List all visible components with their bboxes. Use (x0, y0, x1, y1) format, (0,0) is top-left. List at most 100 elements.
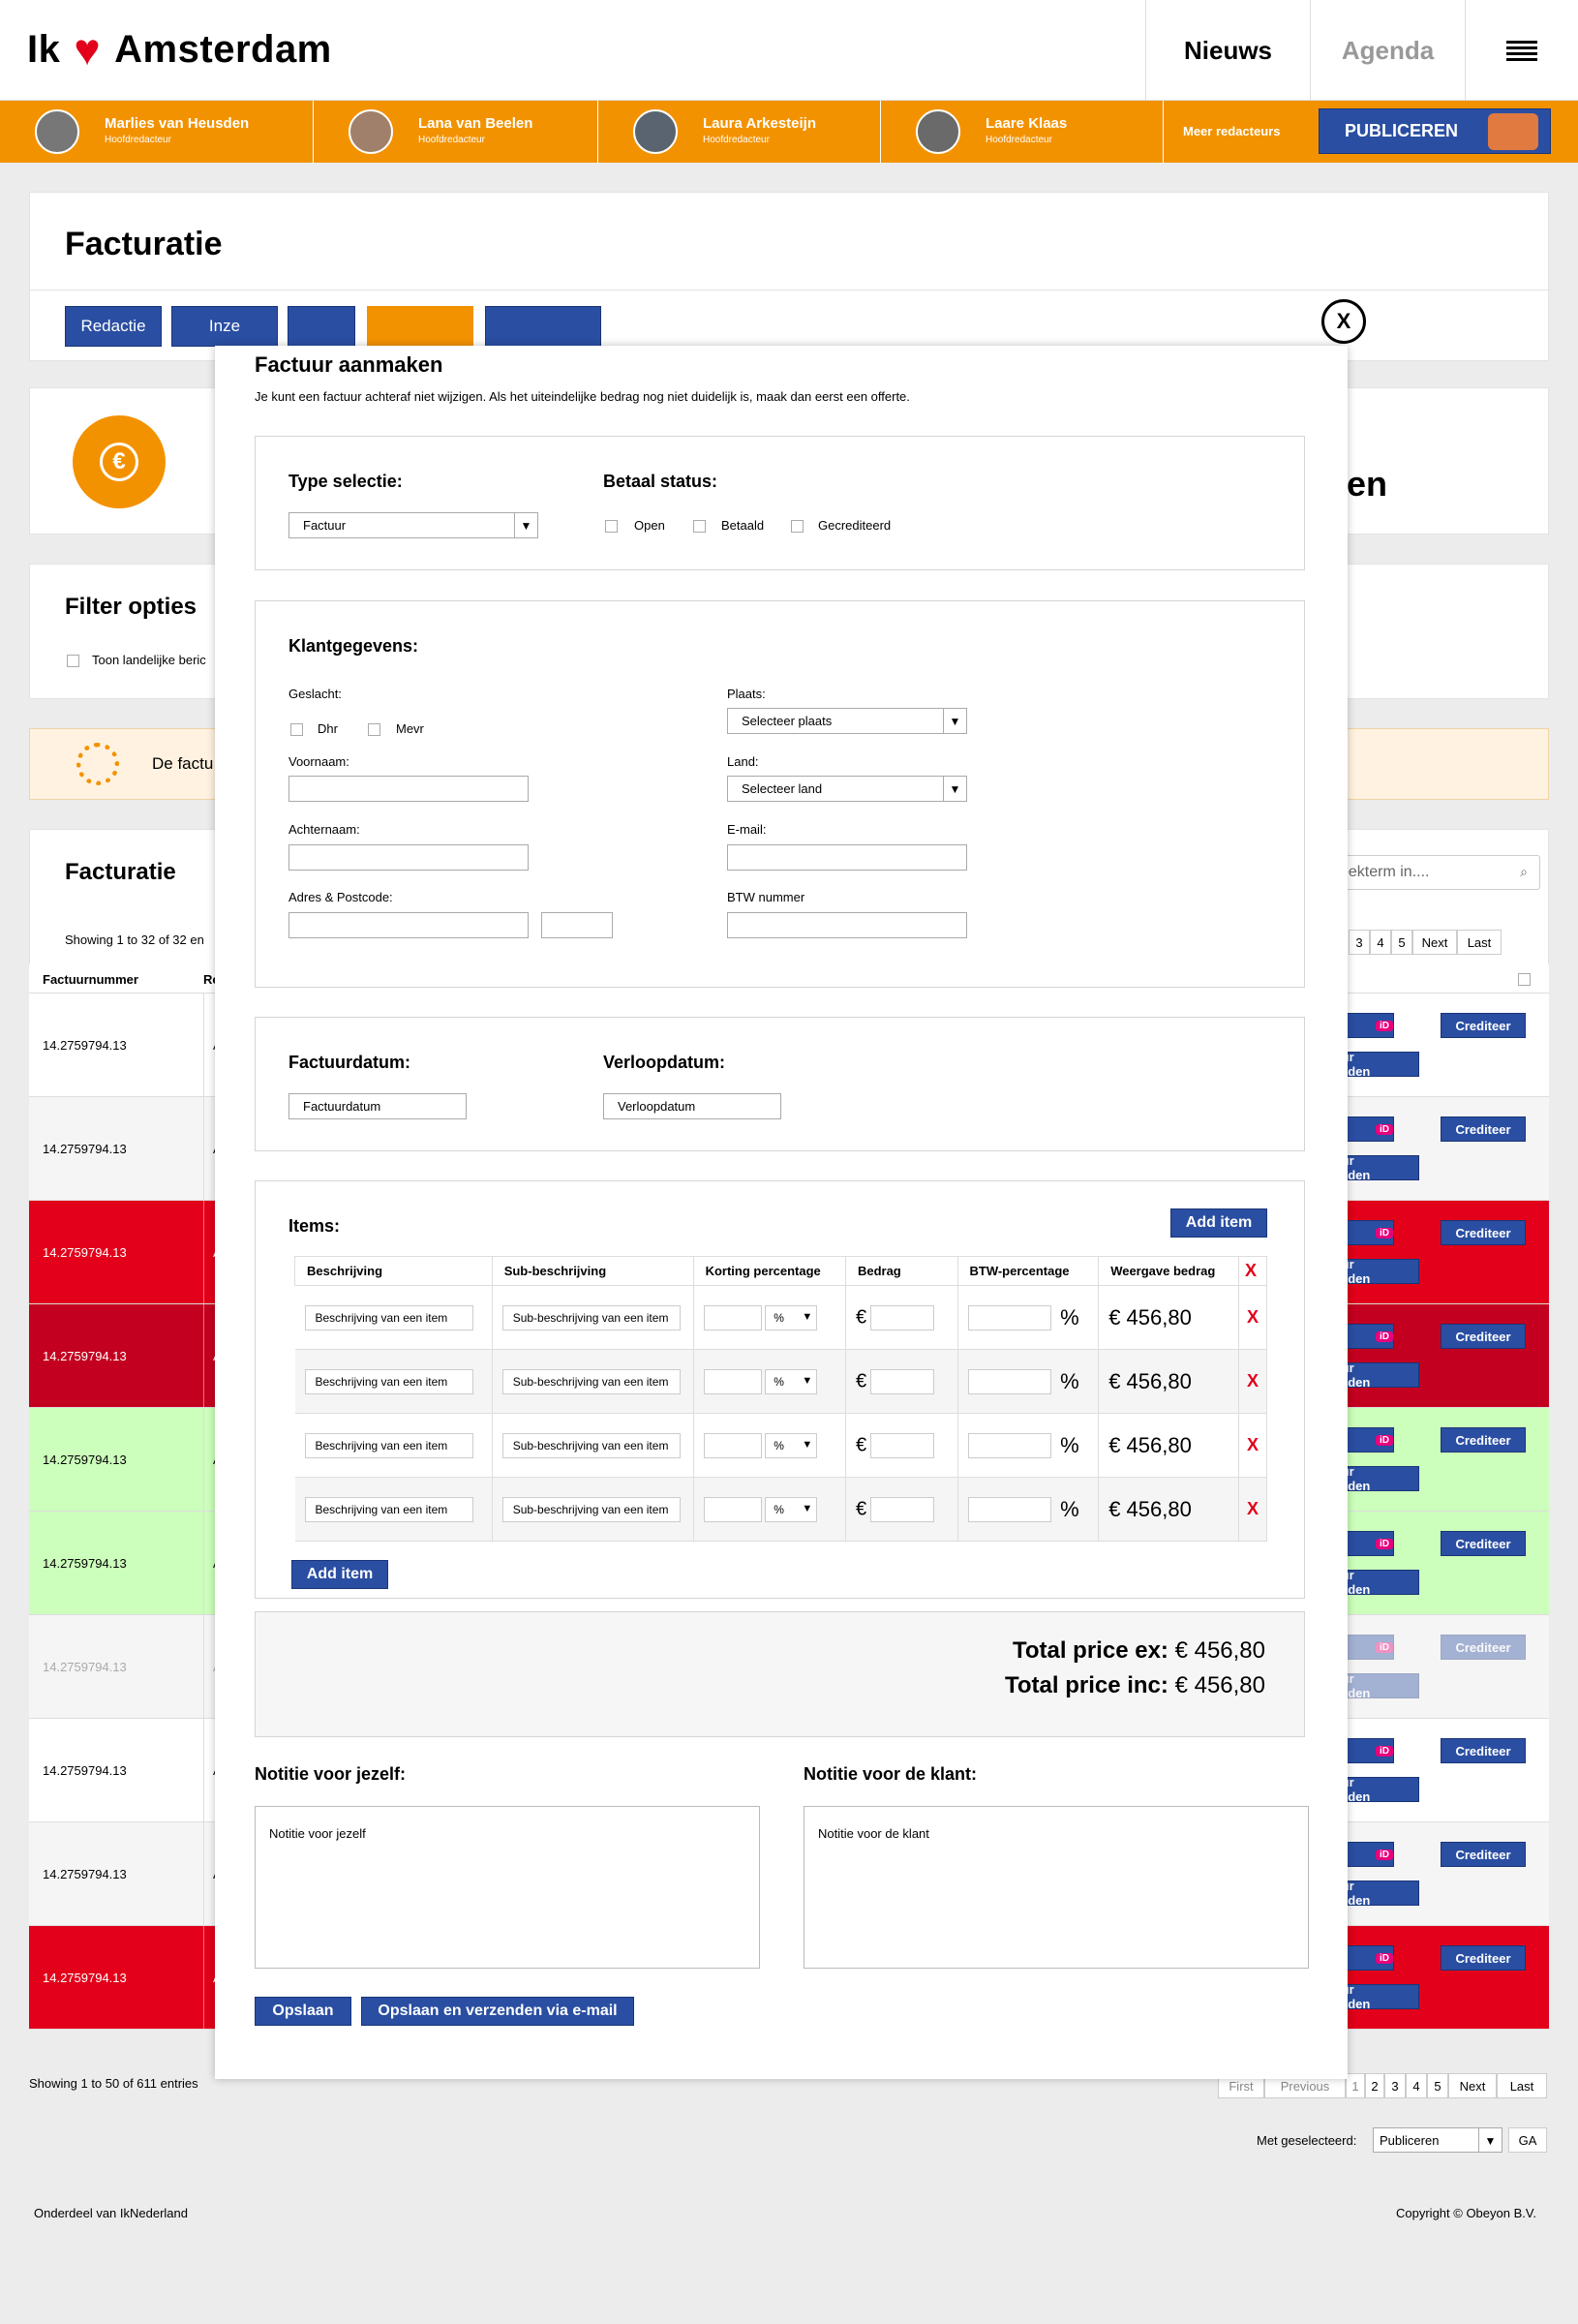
pager-4[interactable]: 4 (1406, 2073, 1427, 2098)
address-field[interactable] (288, 912, 529, 938)
status-open-checkbox[interactable] (605, 520, 618, 533)
status-paid-checkbox[interactable] (693, 520, 706, 533)
credit-button[interactable]: Crediteer (1441, 1531, 1526, 1556)
firstname-field[interactable] (288, 776, 529, 802)
pager-2[interactable]: 2 (1365, 2073, 1384, 2098)
status-credited-checkbox[interactable] (791, 520, 804, 533)
add-item-button-top[interactable]: Add item (1170, 1208, 1267, 1238)
note-self-field[interactable]: Notitie voor jezelf (255, 1806, 760, 1969)
pager-3[interactable]: 3 (1349, 930, 1370, 955)
gender-mrs-checkbox[interactable] (368, 723, 380, 736)
note-client-field[interactable]: Notitie voor de klant (804, 1806, 1309, 1969)
credit-button[interactable]: Crediteer (1441, 1013, 1526, 1038)
credit-button[interactable]: Crediteer (1441, 1635, 1526, 1660)
item-vat-cell: % (957, 1413, 1100, 1478)
discount-unit-select[interactable]: % ▼ (765, 1496, 818, 1522)
pager-last[interactable]: Last (1497, 2073, 1547, 2098)
publish-button[interactable]: PUBLICEREN (1319, 108, 1551, 154)
credit-button[interactable]: Crediteer (1441, 1116, 1526, 1142)
tab-3[interactable] (288, 306, 355, 347)
item-vat-field[interactable] (967, 1496, 1051, 1522)
credit-button[interactable]: Crediteer (1441, 1945, 1526, 1971)
pager-next[interactable]: Next (1448, 2073, 1497, 2098)
pager-5[interactable]: 5 (1427, 2073, 1448, 2098)
type-select[interactable]: Factuur ▼ (288, 512, 538, 538)
item-vat-field[interactable] (967, 1304, 1051, 1330)
filter-checkbox[interactable] (67, 655, 79, 667)
pager-last[interactable]: Last (1457, 930, 1502, 955)
tab-active[interactable] (367, 306, 473, 347)
discount-unit-select[interactable]: % ▼ (765, 1432, 818, 1458)
postcode-field[interactable] (541, 912, 613, 938)
pager-next[interactable]: Next (1412, 930, 1457, 955)
item-vat-field[interactable] (967, 1368, 1051, 1394)
editor-card[interactable]: Laura Arkesteijn Hoofdredacteur (598, 101, 881, 163)
search-input[interactable]: zoekterm in.... ⌕ (1318, 855, 1540, 890)
item-amount-field[interactable] (869, 1304, 934, 1330)
pager-3[interactable]: 3 (1384, 2073, 1406, 2098)
delete-item-icon[interactable]: X (1247, 1307, 1259, 1327)
credit-button[interactable]: Crediteer (1441, 1738, 1526, 1763)
nav-agenda[interactable]: Agenda (1310, 0, 1465, 101)
select-all-checkbox[interactable] (1518, 973, 1531, 986)
item-subdescription-field[interactable]: Sub-beschrijving van een item (501, 1304, 681, 1330)
items-table: Beschrijving Sub-beschrijving Korting pe… (294, 1256, 1268, 1542)
add-item-button-bottom[interactable]: Add item (291, 1560, 388, 1589)
euro-coin-icon: € (73, 415, 166, 508)
credit-button[interactable]: Crediteer (1441, 1842, 1526, 1867)
item-discount-field[interactable] (703, 1496, 762, 1522)
delete-item-icon[interactable]: X (1247, 1435, 1259, 1454)
editor-card[interactable]: Laare Klaas Hoofdredacteur (881, 101, 1164, 163)
country-select[interactable]: Selecteer land ▼ (727, 776, 967, 802)
credit-button[interactable]: Crediteer (1441, 1427, 1526, 1452)
go-button[interactable]: GA (1508, 2127, 1547, 2153)
more-editors-link[interactable]: Meer redacteurs (1183, 124, 1280, 138)
item-description-field[interactable]: Beschrijving van een item (304, 1304, 473, 1330)
delete-item-icon[interactable]: X (1247, 1499, 1259, 1518)
item-subdescription-field[interactable]: Sub-beschrijving van een item (501, 1368, 681, 1394)
discount-unit-select[interactable]: % ▼ (765, 1304, 818, 1330)
item-subdescription-field[interactable]: Sub-beschrijving van een item (501, 1496, 681, 1522)
discount-unit-value: % (774, 1502, 784, 1516)
item-vat-field[interactable] (967, 1432, 1051, 1458)
euro-sign: € (855, 1306, 867, 1328)
editor-card[interactable]: Marlies van Heusden Hoofdredacteur (0, 101, 314, 163)
item-discount-field[interactable] (703, 1304, 762, 1330)
city-select[interactable]: Selecteer plaats ▼ (727, 708, 967, 734)
credit-button[interactable]: Crediteer (1441, 1324, 1526, 1349)
vat-field[interactable] (727, 912, 967, 938)
pager-1[interactable]: 1 (1346, 2073, 1365, 2098)
editor-card[interactable]: Lana van Beelen Hoofdredacteur (314, 101, 598, 163)
save-button[interactable]: Opslaan (255, 1997, 351, 2026)
item-amount-field[interactable] (869, 1432, 934, 1458)
note-self-label: Notitie voor jezelf: (255, 1764, 407, 1784)
save-send-button[interactable]: Opslaan en verzenden via e-mail (361, 1997, 634, 2026)
tab-5[interactable] (485, 306, 601, 347)
due-date-field[interactable]: Verloopdatum (603, 1093, 781, 1119)
item-amount-field[interactable] (869, 1496, 934, 1522)
item-amount-field[interactable] (869, 1368, 934, 1394)
item-discount-field[interactable] (703, 1432, 762, 1458)
site-logo[interactable]: Ik ♥ Amsterdam (27, 27, 332, 72)
invoice-date-field[interactable]: Factuurdatum (288, 1093, 467, 1119)
tab-inzendingen[interactable]: Inze (171, 306, 278, 347)
item-discount-field[interactable] (703, 1368, 762, 1394)
pager-4[interactable]: 4 (1370, 930, 1391, 955)
bulk-action-select[interactable]: Publiceren ▼ (1373, 2127, 1502, 2153)
item-subdescription-field[interactable]: Sub-beschrijving van een item (501, 1432, 681, 1458)
menu-button[interactable] (1465, 0, 1578, 101)
avatar (349, 109, 393, 154)
item-description-field[interactable]: Beschrijving van een item (304, 1368, 473, 1394)
credit-button[interactable]: Crediteer (1441, 1220, 1526, 1245)
lastname-field[interactable] (288, 844, 529, 871)
item-description-field[interactable]: Beschrijving van een item (304, 1432, 473, 1458)
pager-5[interactable]: 5 (1391, 930, 1412, 955)
delete-item-icon[interactable]: X (1247, 1371, 1259, 1391)
email-field[interactable] (727, 844, 967, 871)
tab-redactie[interactable]: Redactie (65, 306, 162, 347)
nav-news[interactable]: Nieuws (1145, 0, 1310, 101)
close-icon[interactable]: X (1321, 299, 1366, 344)
item-description-field[interactable]: Beschrijving van een item (304, 1496, 473, 1522)
discount-unit-select[interactable]: % ▼ (765, 1368, 818, 1394)
gender-mr-checkbox[interactable] (290, 723, 303, 736)
